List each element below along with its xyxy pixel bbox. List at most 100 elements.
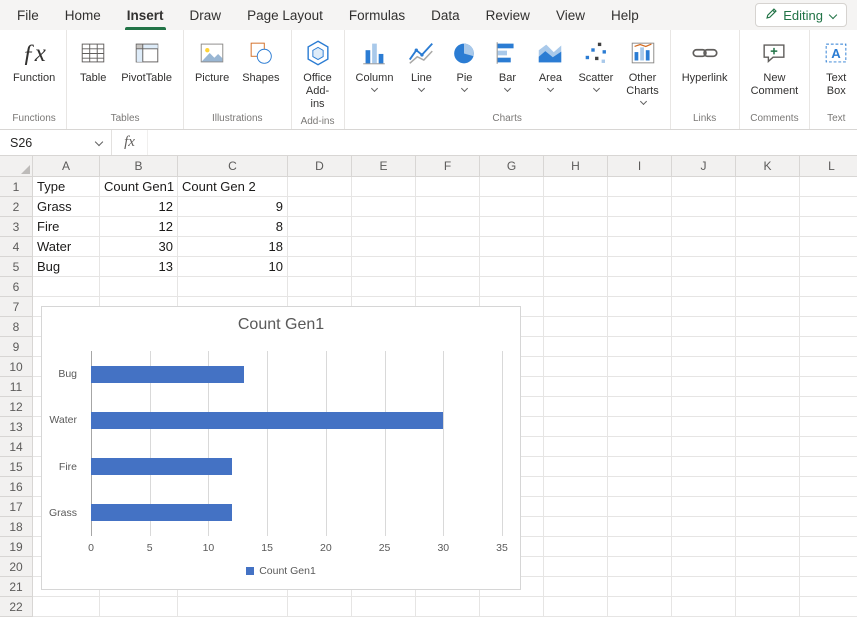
cell-H16[interactable] bbox=[544, 477, 608, 497]
shapes-button[interactable]: Shapes bbox=[237, 32, 284, 87]
cell-H5[interactable] bbox=[544, 257, 608, 277]
row-header-20[interactable]: 20 bbox=[0, 557, 33, 577]
cell-F4[interactable] bbox=[416, 237, 480, 257]
column-header-i[interactable]: I bbox=[608, 156, 672, 177]
row-header-6[interactable]: 6 bbox=[0, 277, 33, 297]
cell-H19[interactable] bbox=[544, 537, 608, 557]
cell-J9[interactable] bbox=[672, 337, 736, 357]
cell-K21[interactable] bbox=[736, 577, 800, 597]
cell-H13[interactable] bbox=[544, 417, 608, 437]
cell-J20[interactable] bbox=[672, 557, 736, 577]
cell-I12[interactable] bbox=[608, 397, 672, 417]
row-header-8[interactable]: 8 bbox=[0, 317, 33, 337]
cell-B1[interactable]: Count Gen1 bbox=[100, 177, 178, 197]
cell-H17[interactable] bbox=[544, 497, 608, 517]
cell-K2[interactable] bbox=[736, 197, 800, 217]
cell-J22[interactable] bbox=[672, 597, 736, 617]
row-header-17[interactable]: 17 bbox=[0, 497, 33, 517]
cell-I14[interactable] bbox=[608, 437, 672, 457]
cell-I22[interactable] bbox=[608, 597, 672, 617]
cell-H20[interactable] bbox=[544, 557, 608, 577]
cell-A6[interactable] bbox=[33, 277, 100, 297]
row-header-3[interactable]: 3 bbox=[0, 217, 33, 237]
cell-H21[interactable] bbox=[544, 577, 608, 597]
cell-K8[interactable] bbox=[736, 317, 800, 337]
tab-review[interactable]: Review bbox=[473, 0, 543, 30]
picture-button[interactable]: Picture bbox=[190, 32, 234, 87]
cell-F3[interactable] bbox=[416, 217, 480, 237]
row-header-13[interactable]: 13 bbox=[0, 417, 33, 437]
cell-E4[interactable] bbox=[352, 237, 416, 257]
cell-K20[interactable] bbox=[736, 557, 800, 577]
cell-L22[interactable] bbox=[800, 597, 857, 617]
cell-J12[interactable] bbox=[672, 397, 736, 417]
column-header-e[interactable]: E bbox=[352, 156, 416, 177]
office-add-ins-button[interactable]: Office Add-ins bbox=[298, 32, 338, 114]
tab-data[interactable]: Data bbox=[418, 0, 473, 30]
cell-I17[interactable] bbox=[608, 497, 672, 517]
cell-A1[interactable]: Type bbox=[33, 177, 100, 197]
row-header-12[interactable]: 12 bbox=[0, 397, 33, 417]
cell-J6[interactable] bbox=[672, 277, 736, 297]
cell-C5[interactable]: 10 bbox=[178, 257, 288, 277]
cell-H18[interactable] bbox=[544, 517, 608, 537]
cell-K16[interactable] bbox=[736, 477, 800, 497]
cell-F6[interactable] bbox=[416, 277, 480, 297]
cell-H2[interactable] bbox=[544, 197, 608, 217]
pivottable-button[interactable]: PivotTable bbox=[116, 32, 177, 87]
cell-I6[interactable] bbox=[608, 277, 672, 297]
insert-function-fx-icon[interactable]: fx bbox=[112, 130, 148, 155]
cell-D2[interactable] bbox=[288, 197, 352, 217]
cell-K22[interactable] bbox=[736, 597, 800, 617]
tab-insert[interactable]: Insert bbox=[114, 0, 177, 30]
cell-I11[interactable] bbox=[608, 377, 672, 397]
cell-C2[interactable]: 9 bbox=[178, 197, 288, 217]
column-header-b[interactable]: B bbox=[100, 156, 178, 177]
cell-E1[interactable] bbox=[352, 177, 416, 197]
cell-L1[interactable] bbox=[800, 177, 857, 197]
embedded-chart[interactable]: Count Gen1 Count Gen1 05101520253035BugW… bbox=[41, 306, 521, 590]
cell-J13[interactable] bbox=[672, 417, 736, 437]
column-header-a[interactable]: A bbox=[33, 156, 100, 177]
cell-K18[interactable] bbox=[736, 517, 800, 537]
cell-A22[interactable] bbox=[33, 597, 100, 617]
cell-J16[interactable] bbox=[672, 477, 736, 497]
cell-B6[interactable] bbox=[100, 277, 178, 297]
cell-L5[interactable] bbox=[800, 257, 857, 277]
cell-I10[interactable] bbox=[608, 357, 672, 377]
row-header-5[interactable]: 5 bbox=[0, 257, 33, 277]
editing-mode-button[interactable]: Editing bbox=[755, 3, 847, 27]
row-header-1[interactable]: 1 bbox=[0, 177, 33, 197]
cell-G3[interactable] bbox=[480, 217, 544, 237]
cell-H7[interactable] bbox=[544, 297, 608, 317]
cell-K9[interactable] bbox=[736, 337, 800, 357]
cell-L6[interactable] bbox=[800, 277, 857, 297]
cell-L11[interactable] bbox=[800, 377, 857, 397]
cell-A5[interactable]: Bug bbox=[33, 257, 100, 277]
cell-L18[interactable] bbox=[800, 517, 857, 537]
tab-help[interactable]: Help bbox=[598, 0, 652, 30]
cell-L3[interactable] bbox=[800, 217, 857, 237]
bar-button[interactable]: Bar bbox=[487, 32, 527, 94]
cell-J4[interactable] bbox=[672, 237, 736, 257]
cell-B2[interactable]: 12 bbox=[100, 197, 178, 217]
cell-J1[interactable] bbox=[672, 177, 736, 197]
cell-B22[interactable] bbox=[100, 597, 178, 617]
cell-L4[interactable] bbox=[800, 237, 857, 257]
scatter-button[interactable]: Scatter bbox=[573, 32, 618, 94]
cell-K15[interactable] bbox=[736, 457, 800, 477]
cell-D5[interactable] bbox=[288, 257, 352, 277]
row-header-9[interactable]: 9 bbox=[0, 337, 33, 357]
cell-J11[interactable] bbox=[672, 377, 736, 397]
cell-K13[interactable] bbox=[736, 417, 800, 437]
cell-H6[interactable] bbox=[544, 277, 608, 297]
cell-G6[interactable] bbox=[480, 277, 544, 297]
cell-L12[interactable] bbox=[800, 397, 857, 417]
cell-L20[interactable] bbox=[800, 557, 857, 577]
cell-F2[interactable] bbox=[416, 197, 480, 217]
cell-I16[interactable] bbox=[608, 477, 672, 497]
formula-input[interactable] bbox=[148, 130, 857, 155]
text-box-button[interactable]: AText Box bbox=[816, 32, 856, 100]
tab-page-layout[interactable]: Page Layout bbox=[234, 0, 336, 30]
cell-D22[interactable] bbox=[288, 597, 352, 617]
